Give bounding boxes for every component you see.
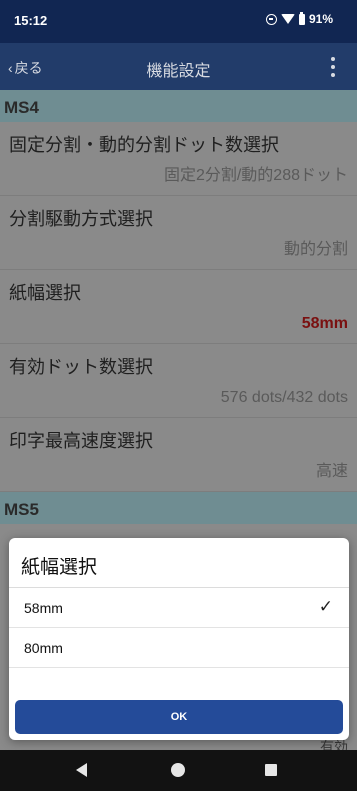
list-item[interactable]: 印字最高速度選択 高速 — [0, 418, 357, 492]
check-icon: ✓ — [318, 597, 333, 616]
item-value: 高速 — [315, 463, 348, 480]
page-title: 機能設定 — [146, 63, 211, 80]
paper-width-dialog: 紙幅選択 58mm ✓ 80mm OK — [9, 538, 349, 740]
item-label: 紙幅選択 — [9, 283, 81, 303]
nav-back-icon[interactable] — [76, 763, 87, 777]
status-bar: 15:12 91% — [0, 0, 357, 43]
list-item[interactable]: 分割駆動方式選択 動的分割 — [0, 196, 357, 270]
option-label: 80mm — [24, 640, 63, 656]
battery-icon — [298, 11, 305, 25]
status-time: 15:12 — [14, 13, 48, 28]
item-label: 印字最高速度選択 — [9, 431, 153, 451]
item-value: 576 dots/432 dots — [220, 389, 348, 406]
section-header-ms5: MS5 — [0, 492, 357, 524]
status-icons: 91% — [265, 11, 333, 26]
nav-recents-icon[interactable] — [265, 764, 277, 776]
item-value: 58mm — [301, 315, 348, 332]
item-value: 固定2分割/動的288ドット — [163, 167, 348, 184]
dialog-title: 紙幅選択 — [9, 538, 349, 588]
list-item[interactable]: 紙幅選択 58mm — [0, 270, 357, 344]
list-item[interactable]: 有効ドット数選択 576 dots/432 dots — [0, 344, 357, 418]
more-vert-icon[interactable] — [331, 57, 335, 77]
item-label: 有効ドット数選択 — [9, 357, 153, 377]
section-header-ms4: MS4 — [0, 90, 357, 122]
wifi-icon — [280, 14, 295, 24]
system-nav-bar — [0, 750, 357, 791]
list-item[interactable]: 固定分割・動的分割ドット数選択 固定2分割/動的288ドット — [0, 122, 357, 196]
option-58mm[interactable]: 58mm ✓ — [9, 588, 349, 628]
option-label: 58mm — [24, 600, 63, 616]
battery-percent: 91% — [308, 12, 333, 26]
item-label: 分割駆動方式選択 — [9, 209, 153, 229]
item-label: 固定分割・動的分割ドット数選択 — [9, 135, 279, 155]
ok-button[interactable]: OK — [15, 700, 343, 734]
app-bar: ‹ 戻る 機能設定 — [0, 43, 357, 90]
nav-home-icon[interactable] — [171, 763, 185, 777]
item-value: 動的分割 — [283, 241, 348, 258]
do-not-disturb-icon — [265, 13, 277, 25]
option-80mm[interactable]: 80mm — [9, 628, 349, 668]
